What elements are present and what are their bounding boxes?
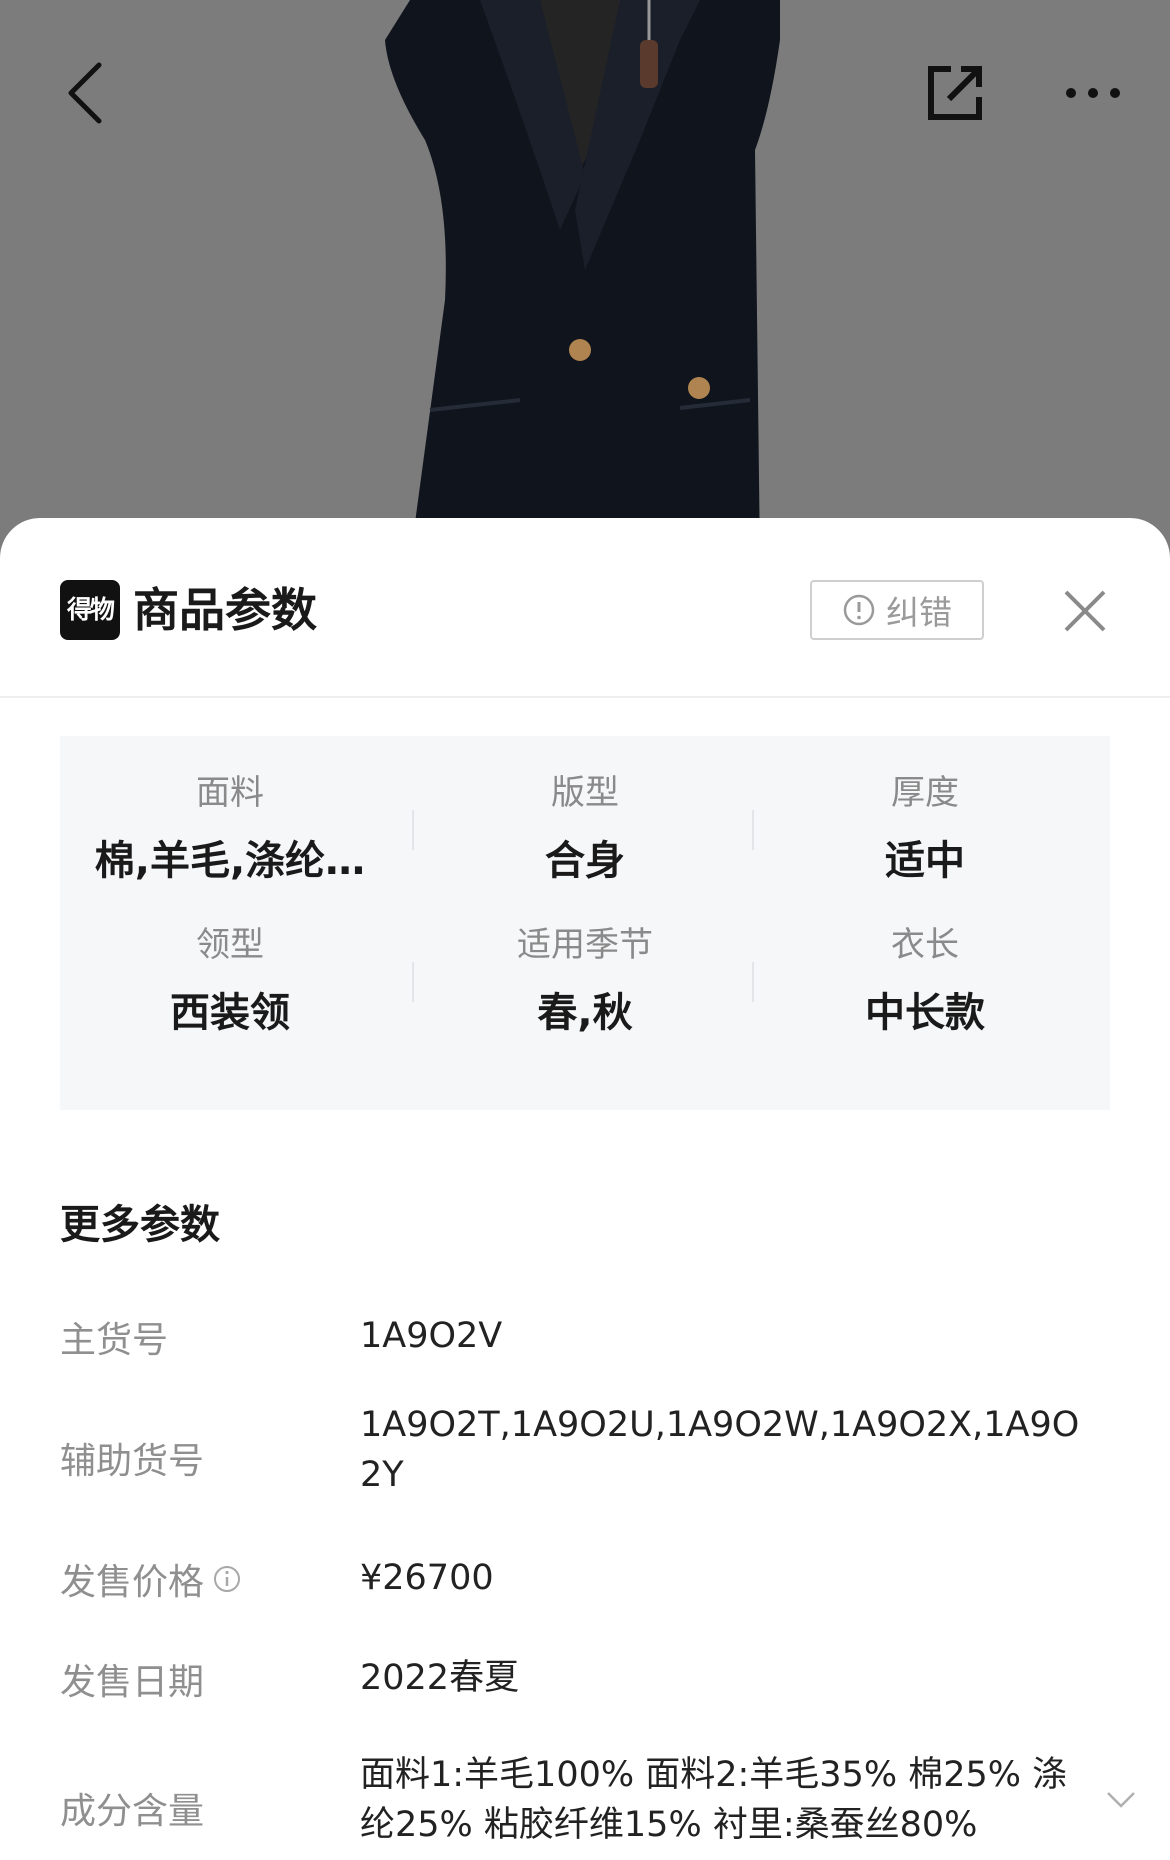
more-params-title: 更多参数 (60, 1202, 220, 1248)
report-error-button[interactable]: 纠错 (810, 580, 984, 640)
sheet-title: 商品参数 (133, 583, 317, 637)
close-button[interactable] (1050, 576, 1120, 646)
param-value: 1A9O2T,1A9O2U,1A9O2W,1A9O2X,1A9O2Y (360, 1405, 1080, 1495)
param-row-price: 发售价格 ¥26700 (60, 1548, 1110, 1608)
info-icon[interactable] (212, 1564, 242, 1594)
grid-divider (412, 810, 414, 850)
summary-grid: 面料 棉,羊毛,涤纶… 版型 合身 厚度 适中 领型 西装领 适用季节 春,秋 … (60, 736, 1110, 1110)
summary-value: 棉,羊毛,涤纶… (94, 838, 366, 884)
summary-cell-thickness: 厚度 适中 (755, 736, 1095, 884)
grid-divider (752, 810, 754, 850)
summary-value: 西装领 (170, 990, 290, 1036)
alert-circle-icon (843, 594, 875, 626)
summary-cell-length: 衣长 中长款 (755, 888, 1095, 1036)
summary-label: 面料 (196, 773, 264, 813)
param-label: 发售价格 (60, 1562, 205, 1603)
param-value: 2022春夏 (360, 1658, 520, 1698)
summary-cell-season: 适用季节 春,秋 (415, 888, 755, 1036)
param-label: 成分含量 (60, 1791, 205, 1832)
param-value: 1A9O2V (360, 1316, 503, 1356)
chevron-left-icon (68, 62, 102, 124)
more-button[interactable] (1048, 48, 1138, 138)
param-label: 发售日期 (60, 1662, 205, 1703)
share-external-icon (928, 66, 982, 120)
param-label: 主货号 (60, 1320, 169, 1361)
param-row-release-date: 发售日期 2022春夏 (60, 1648, 1110, 1708)
sheet-header: 得物 商品参数 纠错 (0, 518, 1170, 698)
summary-label: 衣长 (891, 925, 959, 965)
summary-value: 适中 (885, 838, 965, 884)
summary-label: 领型 (196, 925, 264, 965)
grid-divider (752, 962, 754, 1002)
product-screen: 得物 商品参数 纠错 面料 棉,羊毛,涤纶… 版型 合身 厚度 适中 领型 西装… (0, 0, 1170, 1860)
param-row-main-sku: 主货号 1A9O2V (60, 1306, 1110, 1366)
chevron-down-icon[interactable] (1105, 1790, 1137, 1810)
close-icon (1064, 590, 1106, 632)
summary-value: 合身 (545, 838, 625, 884)
param-row-aux-sku: 辅助货号 1A9O2T,1A9O2U,1A9O2W,1A9O2X,1A9O2Y (60, 1400, 1110, 1510)
param-label-price: 发售价格 (60, 1553, 242, 1605)
share-button[interactable] (910, 48, 1000, 138)
summary-cell-fabric: 面料 棉,羊毛,涤纶… (60, 736, 400, 884)
brand-logo: 得物 (60, 580, 120, 640)
summary-value: 春,秋 (537, 990, 633, 1036)
param-row-composition[interactable]: 成分含量 面料1:羊毛100% 面料2:羊毛35% 棉25% 涤纶25% 粘胶纤… (60, 1750, 1135, 1860)
summary-value: 中长款 (865, 990, 985, 1036)
param-value: ¥26700 (360, 1558, 494, 1598)
summary-cell-fit: 版型 合身 (415, 736, 755, 884)
param-label: 辅助货号 (60, 1441, 205, 1482)
summary-cell-collar: 领型 西装领 (60, 888, 400, 1036)
product-image-area (0, 0, 1170, 560)
back-button[interactable] (50, 48, 120, 138)
report-error-label: 纠错 (886, 593, 952, 632)
summary-label: 厚度 (891, 773, 959, 813)
grid-divider (412, 962, 414, 1002)
summary-label: 版型 (551, 773, 619, 813)
summary-label: 适用季节 (517, 925, 653, 965)
param-value: 面料1:羊毛100% 面料2:羊毛35% 棉25% 涤纶25% 粘胶纤维15% … (360, 1755, 1068, 1845)
params-sheet: 得物 商品参数 纠错 面料 棉,羊毛,涤纶… 版型 合身 厚度 适中 领型 西装… (0, 518, 1170, 1860)
more-dots-icon (1066, 88, 1120, 98)
